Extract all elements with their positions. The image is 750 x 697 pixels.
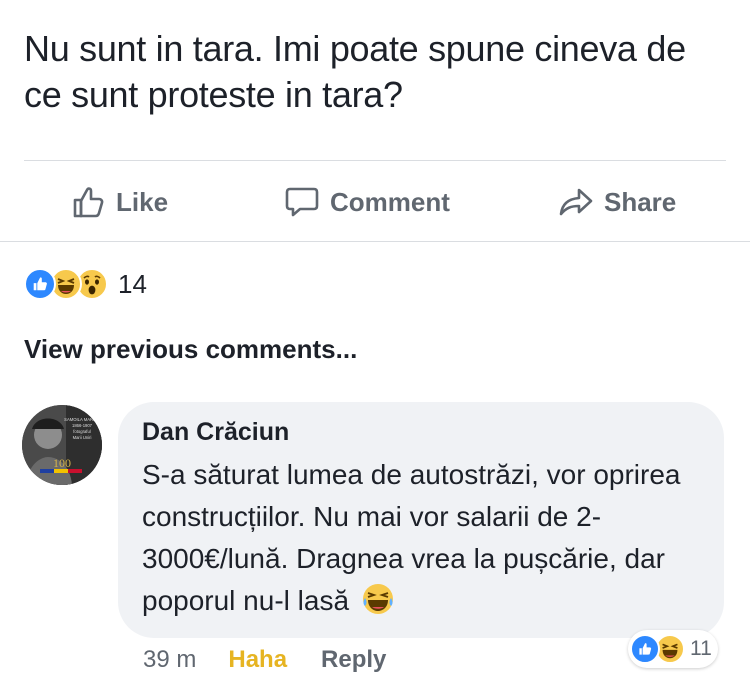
comment-author[interactable]: Dan Crăciun — [142, 418, 289, 447]
post-actions-bar: Like Comment Share — [0, 170, 750, 236]
comment-reaction-count: 11 — [690, 637, 712, 660]
avatar-text: Marii Uniri — [73, 435, 92, 440]
reaction-count: 14 — [118, 268, 147, 299]
comment-label: Comment — [330, 186, 450, 217]
avatar-text: 100 — [53, 456, 71, 470]
like-reaction-icon — [24, 268, 56, 300]
like-button[interactable]: Like — [70, 182, 168, 222]
reply-button[interactable]: Reply — [321, 646, 386, 674]
avatar-text: fotograful — [73, 429, 91, 434]
haha-reaction-button[interactable]: Haha — [228, 646, 287, 674]
comment-text: S-a săturat lumea de autostrăzi, vor opr… — [142, 454, 712, 622]
comment-bubble: Dan Crăciun S-a săturat lumea de autostr… — [118, 402, 724, 638]
post-text: Nu sunt in tara. Imi poate spune cineva … — [24, 28, 686, 115]
divider — [0, 241, 750, 242]
comment-body: S-a săturat lumea de autostrăzi, vor opr… — [142, 459, 681, 616]
share-label: Share — [604, 186, 677, 217]
divider — [24, 160, 726, 161]
avatar[interactable]: SAMOILA MARE 1866-1907 fotograful Marii … — [22, 405, 102, 485]
avatar-text: 1866-1907 — [72, 423, 93, 428]
comment-reactions[interactable]: 11 — [628, 630, 718, 668]
laughing-emoji-icon — [362, 584, 393, 614]
like-reaction-icon — [630, 634, 660, 664]
thumbs-up-icon — [73, 187, 104, 218]
share-button[interactable]: Share — [558, 182, 676, 222]
post-reactions[interactable]: 14 — [24, 266, 147, 302]
comment-button[interactable]: Comment — [284, 182, 450, 222]
share-arrow-icon — [559, 188, 593, 216]
view-previous-comments-link[interactable]: View previous comments... — [24, 334, 357, 365]
comment-timestamp[interactable]: 39 m — [143, 646, 196, 674]
comment-meta: 39 m Haha Reply — [143, 645, 386, 675]
like-label: Like — [116, 186, 169, 217]
comment-bubble-icon — [285, 187, 319, 217]
avatar-text: SAMOILA MARE — [64, 417, 96, 422]
